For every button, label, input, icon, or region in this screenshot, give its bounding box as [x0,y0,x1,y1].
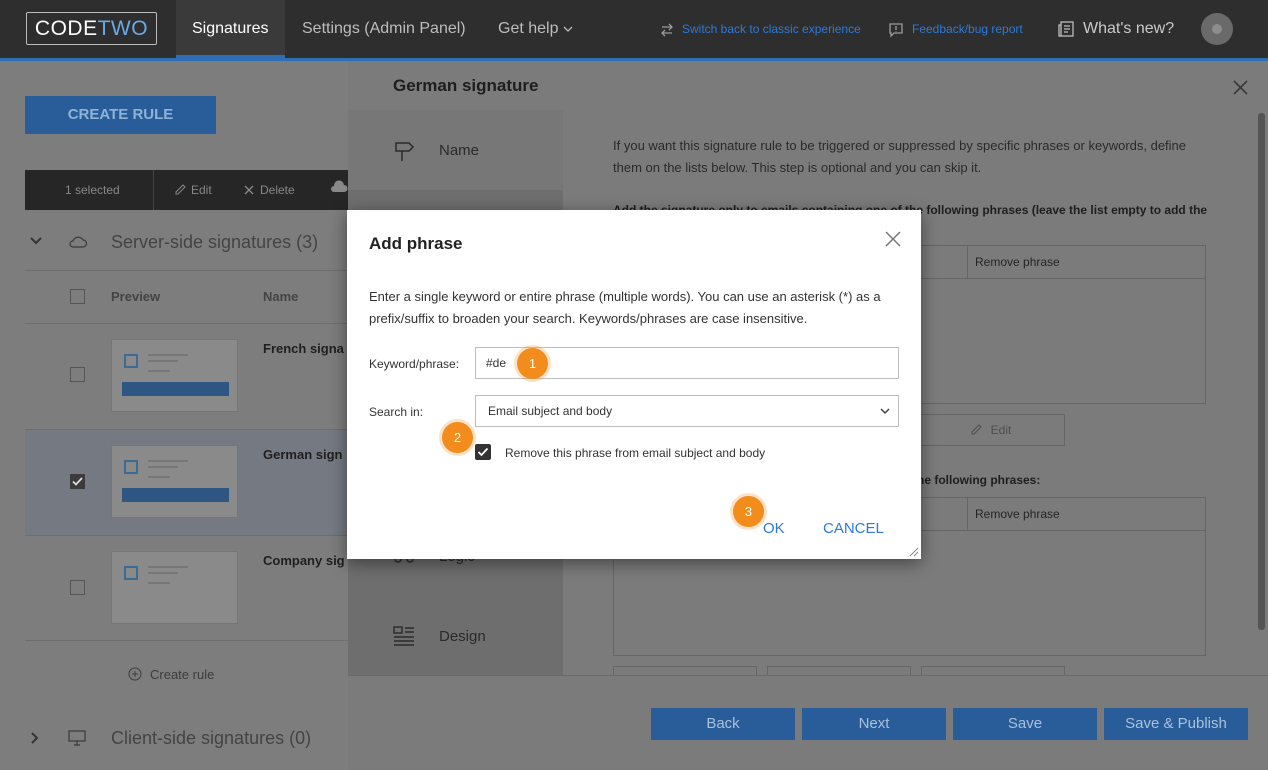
switch-classic-link[interactable]: Switch back to classic experience [660,0,861,58]
exclude-list-title: he following phrases: [917,473,1041,487]
chevron-right-icon[interactable] [30,732,40,744]
row-divider [25,535,348,536]
callout-badge: 1 [517,348,548,379]
signature-preview-thumbnail[interactable] [111,551,238,624]
signpost-icon [395,142,415,161]
edit-toolbar-button[interactable]: Edit [175,170,212,210]
cloud-icon [69,236,88,248]
callout-badge: 3 [733,496,764,527]
table-column-divider [967,246,968,278]
nav-settings[interactable]: Settings (Admin Panel) [302,0,466,58]
switch-arrows-icon [661,23,673,37]
create-rule-button[interactable]: CREATE RULE [25,96,216,134]
phrases-intro-text: If you want this signature rule to be tr… [613,138,1187,175]
feedback-link[interactable]: Feedback/bug report [888,0,1023,58]
remove-phrase-checkbox[interactable] [475,444,491,460]
signature-preview-thumbnail[interactable] [111,339,238,412]
row-checkbox[interactable] [70,580,85,595]
selected-count: 1 selected [65,183,120,197]
create-rule-link[interactable]: Create rule [128,667,214,682]
cloud-upload-icon[interactable] [330,170,348,210]
server-side-group-title[interactable]: Server-side signatures (3) [111,232,318,253]
signature-name[interactable]: French signa [263,341,344,356]
step-name-label[interactable]: Name [439,142,479,159]
checkmark-icon [477,447,489,457]
pencil-icon [971,424,982,435]
search-in-select[interactable]: Email subject and body [475,395,899,427]
plus-circle-icon [128,667,142,681]
delete-toolbar-button[interactable]: Delete [244,170,295,210]
panel-title: German signature [393,76,539,95]
add-phrase-dialog: Add phrase Enter a single keyword or ent… [347,210,921,559]
ok-button[interactable]: OK [763,520,785,537]
resize-grip-icon[interactable] [909,547,919,557]
add-button-partial[interactable] [613,666,757,675]
dialog-description: Enter a single keyword or entire phrase … [369,289,881,326]
close-icon [244,185,254,195]
select-all-checkbox[interactable] [70,289,85,304]
keyword-label: Keyword/phrase: [369,357,460,371]
design-layout-icon [393,626,414,646]
nav-active-indicator [176,55,285,58]
toolbar-divider [153,170,154,210]
row-divider [25,323,348,324]
panel-scrollbar[interactable] [1258,113,1265,630]
remove-phrase-column-header: Remove phrase [975,255,1060,269]
row-divider [25,640,348,641]
selection-toolbar: 1 selected Edit Delete [25,170,348,210]
whats-new-link[interactable]: What's new? [1057,0,1174,58]
pencil-icon [175,184,186,195]
cancel-button[interactable]: CANCEL [823,520,884,537]
search-in-label: Search in: [369,405,424,419]
back-button[interactable]: Back [651,708,795,740]
edit-phrase-button[interactable]: Edit [917,414,1065,446]
signature-list-area [0,61,348,770]
table-column-divider [967,498,968,530]
next-button[interactable]: Next [802,708,946,740]
chevron-down-icon [563,26,573,32]
codetwo-logo[interactable]: CODETWO [26,12,157,45]
signature-name[interactable]: German sign [263,447,342,462]
user-avatar[interactable] [1201,13,1233,45]
client-side-group-title[interactable]: Client-side signatures (0) [111,728,311,749]
monitor-icon [68,730,86,746]
step-design-label[interactable]: Design [439,628,486,645]
edit-button-partial[interactable] [767,666,911,675]
name-column-header[interactable]: Name [263,289,298,304]
save-publish-button[interactable]: Save & Publish [1104,708,1248,740]
feedback-icon [889,23,903,38]
signature-preview-thumbnail[interactable] [111,445,238,518]
chevron-down-icon[interactable] [30,236,42,246]
delete-button-partial[interactable] [921,666,1065,675]
row-divider [25,429,348,430]
news-icon [1058,21,1074,37]
row-checkbox-checked[interactable] [70,474,85,489]
close-icon[interactable] [1233,80,1248,95]
remove-phrase-checkbox-label[interactable]: Remove this phrase from email subject an… [505,446,765,460]
nav-signatures[interactable]: Signatures [176,0,285,58]
preview-column-header: Preview [111,289,161,304]
dialog-title: Add phrase [369,234,463,253]
group-divider [25,270,348,271]
remove-phrase-column-header: Remove phrase [975,507,1060,521]
row-checkbox[interactable] [70,367,85,382]
save-button[interactable]: Save [953,708,1097,740]
signature-name[interactable]: Company sig [263,553,345,568]
callout-badge: 2 [442,422,473,453]
checkmark-icon [72,477,83,486]
chevron-down-icon [880,408,890,415]
close-icon[interactable] [882,228,904,250]
nav-get-help[interactable]: Get help [498,0,573,58]
